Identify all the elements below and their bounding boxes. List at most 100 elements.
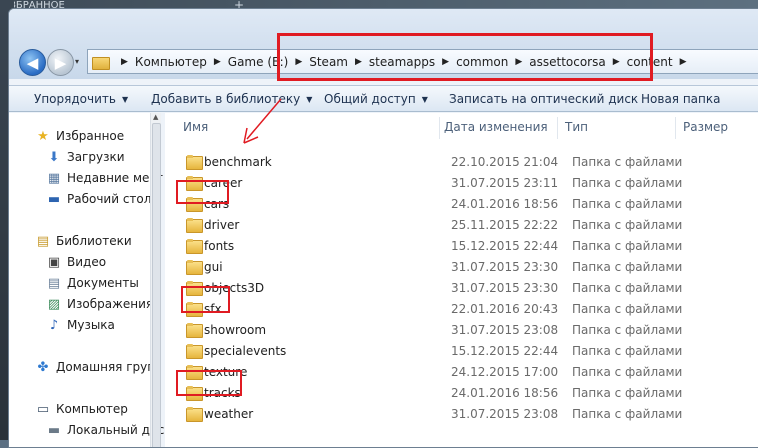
file-name: gui <box>204 260 223 274</box>
nav-item-downloads[interactable]: ⬇ Загрузки <box>46 149 125 165</box>
file-date: 31.07.2015 23:11 <box>451 176 559 190</box>
organize-label: Упорядочить <box>34 92 116 106</box>
file-type: Папка с файлами <box>572 155 683 169</box>
add-to-library-button[interactable]: Добавить в библиотеку ▼ <box>151 92 312 106</box>
chevron-right-icon[interactable]: ▶ <box>214 57 221 67</box>
file-row[interactable]: showroom 31.07.2015 23:08 Папка с файлами <box>165 320 758 341</box>
file-row[interactable]: fonts 15.12.2015 22:44 Папка с файлами <box>165 236 758 257</box>
file-list: Имя Дата изменения Тип Размер benchmark 2… <box>165 113 758 447</box>
nav-item-images[interactable]: ▨ Изображения <box>46 296 153 312</box>
folder-icon <box>186 155 203 170</box>
nav-item-local-disk[interactable]: ▬ Локальный дис <box>46 422 165 438</box>
chevron-right-icon[interactable]: ▶ <box>680 57 687 67</box>
file-name: career <box>204 176 243 190</box>
file-row[interactable]: gui 31.07.2015 23:30 Папка с файлами <box>165 257 758 278</box>
file-row[interactable]: sfx 22.01.2016 20:43 Папка с файлами <box>165 299 758 320</box>
nav-label: Домашняя груп <box>56 360 156 374</box>
nav-item-homegroup[interactable]: ✤ Домашняя груп <box>35 359 156 375</box>
folder-icon <box>186 302 203 317</box>
nav-item-libraries[interactable]: ▤ Библиотеки <box>35 233 132 249</box>
chevron-right-icon[interactable]: ▶ <box>515 57 522 67</box>
desktop-icon: ▬ <box>47 191 61 207</box>
music-icon: ♪ <box>49 317 59 333</box>
back-arrow-icon: ◀ <box>26 53 39 72</box>
file-row[interactable]: career 31.07.2015 23:11 Папка с файлами <box>165 173 758 194</box>
file-row[interactable]: tracks 24.01.2016 18:56 Папка с файлами <box>165 383 758 404</box>
column-header-size[interactable]: Размер <box>683 120 728 134</box>
file-row[interactable]: weather 31.07.2015 23:08 Папка с файлами <box>165 404 758 425</box>
nav-label: Избранное <box>56 129 125 143</box>
file-row[interactable]: texture 24.12.2015 17:00 Папка с файлами <box>165 362 758 383</box>
nav-scroll-thumb[interactable] <box>152 123 161 447</box>
chevron-right-icon[interactable]: ▶ <box>442 57 449 67</box>
nav-label: Документы <box>67 276 139 290</box>
address-bar[interactable]: ▶ Компьютер ▶ Game (E:) ▶ Steam ▶ steama… <box>87 49 758 74</box>
nav-scrollbar[interactable]: ▲ <box>150 113 161 447</box>
explorer-window: ◀ ▶ ▾ ▶ Компьютер ▶ Game (E:) ▶ Steam ▶ … <box>8 8 758 448</box>
file-row[interactable]: specialevents 15.12.2015 22:44 Папка с фай… <box>165 341 758 362</box>
column-separator[interactable] <box>557 117 558 139</box>
file-name: sfx <box>204 302 222 316</box>
file-row[interactable]: driver 25.11.2015 22:22 Папка с файлами <box>165 215 758 236</box>
file-name: weather <box>204 407 254 421</box>
folder-icon <box>92 55 110 70</box>
chevron-right-icon[interactable]: ▶ <box>613 57 620 67</box>
organize-button[interactable]: Упорядочить ▼ <box>34 92 128 106</box>
file-name: tracks <box>204 386 241 400</box>
file-type: Папка с файлами <box>572 281 683 295</box>
file-name: benchmark <box>204 155 272 169</box>
column-separator[interactable] <box>675 117 676 139</box>
column-header-name[interactable]: Имя <box>183 120 208 134</box>
breadcrumb-game-drive[interactable]: Game (E:) <box>228 55 289 69</box>
file-date: 31.07.2015 23:30 <box>451 260 559 274</box>
chevron-right-icon[interactable]: ▶ <box>295 57 302 67</box>
file-row[interactable]: benchmark 22.10.2015 21:04 Папка с файлами <box>165 152 758 173</box>
breadcrumb-computer[interactable]: Компьютер <box>135 55 207 69</box>
chevron-down-icon: ▼ <box>306 94 313 104</box>
file-date: 25.11.2015 22:22 <box>451 218 559 232</box>
nav-label: Загрузки <box>67 150 125 164</box>
file-date: 22.10.2015 21:04 <box>451 155 559 169</box>
file-name: texture <box>204 365 248 379</box>
file-name: cars <box>204 197 230 211</box>
scroll-up-icon[interactable]: ▲ <box>153 113 158 121</box>
nav-label: Изображения <box>67 297 154 311</box>
breadcrumb-steam[interactable]: Steam <box>309 55 348 69</box>
chevron-right-icon[interactable]: ▶ <box>355 57 362 67</box>
chevron-right-icon[interactable]: ▶ <box>121 57 128 67</box>
column-header-date[interactable]: Дата изменения <box>444 120 548 134</box>
file-row[interactable]: objects3D 31.07.2015 23:30 Папка с файлами <box>165 278 758 299</box>
folder-icon <box>186 323 203 338</box>
recent-pages-dropdown-icon[interactable]: ▾ <box>75 57 79 66</box>
breadcrumb-steamapps[interactable]: steamapps <box>369 55 435 69</box>
share-label: Общий доступ <box>324 92 416 106</box>
nav-label: Недавние мест <box>67 171 163 185</box>
column-separator[interactable] <box>439 117 440 139</box>
forward-button[interactable]: ▶ <box>47 49 74 76</box>
new-folder-button[interactable]: Новая папка <box>641 92 720 106</box>
burn-label: Записать на оптический диск <box>449 92 639 106</box>
nav-label: Библиотеки <box>56 234 132 248</box>
column-header-type[interactable]: Тип <box>565 120 588 134</box>
share-button[interactable]: Общий доступ ▼ <box>324 92 428 106</box>
file-row[interactable]: cars 24.01.2016 18:56 Папка с файлами <box>165 194 758 215</box>
nav-item-recent[interactable]: ▦ Недавние мест <box>46 170 163 186</box>
file-type: Папка с файлами <box>572 302 683 316</box>
nav-item-video[interactable]: ▣ Видео <box>46 254 106 270</box>
burn-button[interactable]: Записать на оптический диск <box>449 92 638 106</box>
nav-label: Рабочий стол <box>67 192 152 206</box>
file-type: Папка с файлами <box>572 197 683 211</box>
nav-item-documents[interactable]: ▤ Документы <box>46 275 139 291</box>
nav-item-music[interactable]: ♪ Музыка <box>46 317 115 333</box>
documents-icon: ▤ <box>47 275 61 291</box>
folder-icon <box>186 365 203 380</box>
nav-item-computer[interactable]: ▭ Компьютер <box>35 401 128 417</box>
breadcrumb-assettocorsa[interactable]: assettocorsa <box>529 55 605 69</box>
nav-item-desktop[interactable]: ▬ Рабочий стол <box>46 191 152 207</box>
recent-places-icon: ▦ <box>47 170 61 186</box>
back-button[interactable]: ◀ <box>19 49 46 76</box>
nav-item-favorites[interactable]: ★ Избранное <box>35 128 124 144</box>
breadcrumb-common[interactable]: common <box>456 55 508 69</box>
star-icon: ★ <box>37 128 49 144</box>
breadcrumb-content[interactable]: content <box>627 55 673 69</box>
